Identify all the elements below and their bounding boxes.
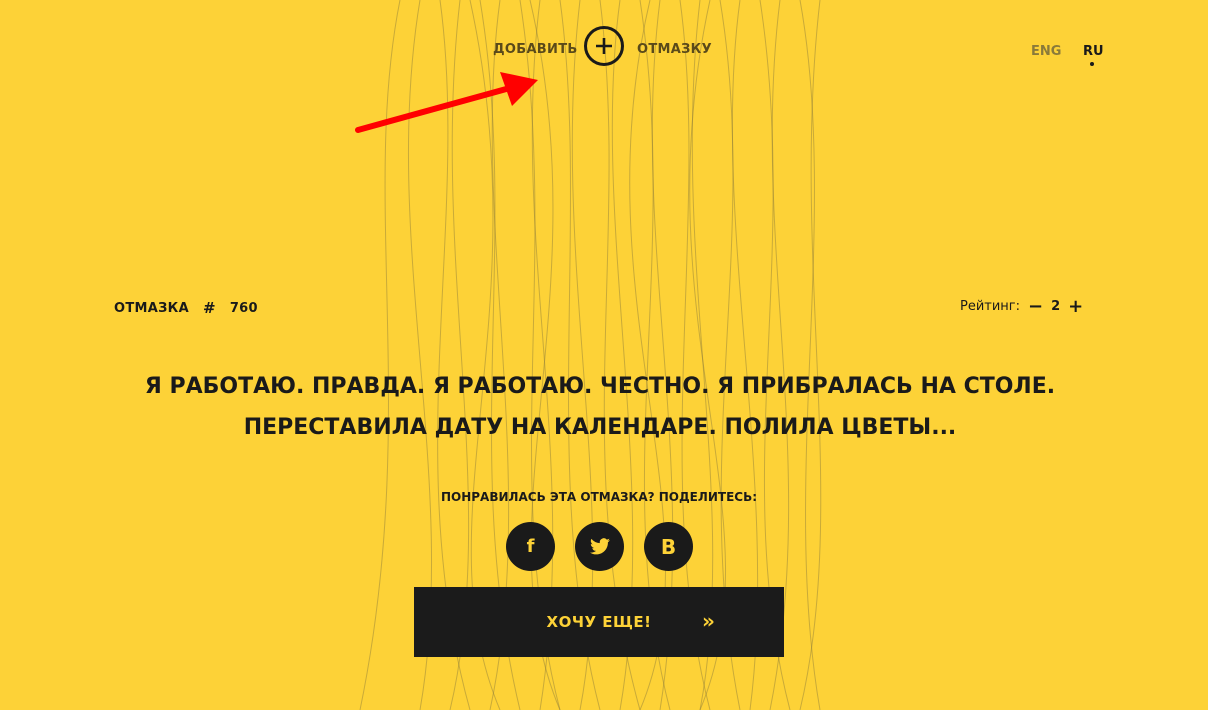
want-more-label: ХОЧУ ЕЩЕ! — [546, 613, 652, 631]
add-label-right[interactable]: ОТМАЗКУ — [637, 42, 712, 57]
rating-plus-button[interactable]: + — [1068, 297, 1083, 315]
red-arrow-annotation — [355, 72, 538, 133]
rating-label: Рейтинг: — [960, 299, 1021, 314]
vk-share-button[interactable]: B — [644, 522, 693, 571]
add-label-left[interactable]: ДОБАВИТЬ — [493, 42, 578, 57]
vk-icon: B — [660, 534, 677, 559]
rating-minus-button[interactable]: − — [1028, 297, 1043, 315]
hash-icon: # — [202, 299, 216, 317]
twitter-share-button[interactable] — [575, 522, 624, 571]
facebook-icon: f — [526, 536, 535, 557]
plus-circle-icon[interactable] — [584, 26, 624, 66]
excuse-label: ОТМАЗКА — [114, 300, 189, 316]
twitter-icon — [589, 538, 610, 555]
rating-value: 2 — [1051, 299, 1061, 314]
rating: Рейтинг: − 2 + — [960, 297, 1083, 315]
excuse-meta: ОТМАЗКА # 760 — [114, 299, 258, 317]
facebook-share-button[interactable]: f — [506, 522, 555, 571]
excuse-text: Я РАБОТАЮ. ПРАВДА. Я РАБОТАЮ. ЧЕСТНО. Я … — [144, 374, 1056, 440]
share-label: ПОНРАВИЛАСЬ ЭТА ОТМАЗКА? ПОДЕЛИТЕСЬ: — [440, 490, 758, 504]
active-lang-indicator — [1090, 62, 1094, 66]
excuse-number: 760 — [229, 300, 258, 316]
add-excuse-link[interactable]: ДОБАВИТЬ ОТМАЗКУ — [0, 26, 1208, 66]
double-chevron-right-icon: » — [702, 609, 715, 633]
lang-ru-link[interactable]: RU — [1083, 44, 1104, 59]
lang-eng-link[interactable]: ENG — [1031, 44, 1061, 59]
want-more-button[interactable]: ХОЧУ ЕЩЕ! » — [414, 587, 784, 657]
